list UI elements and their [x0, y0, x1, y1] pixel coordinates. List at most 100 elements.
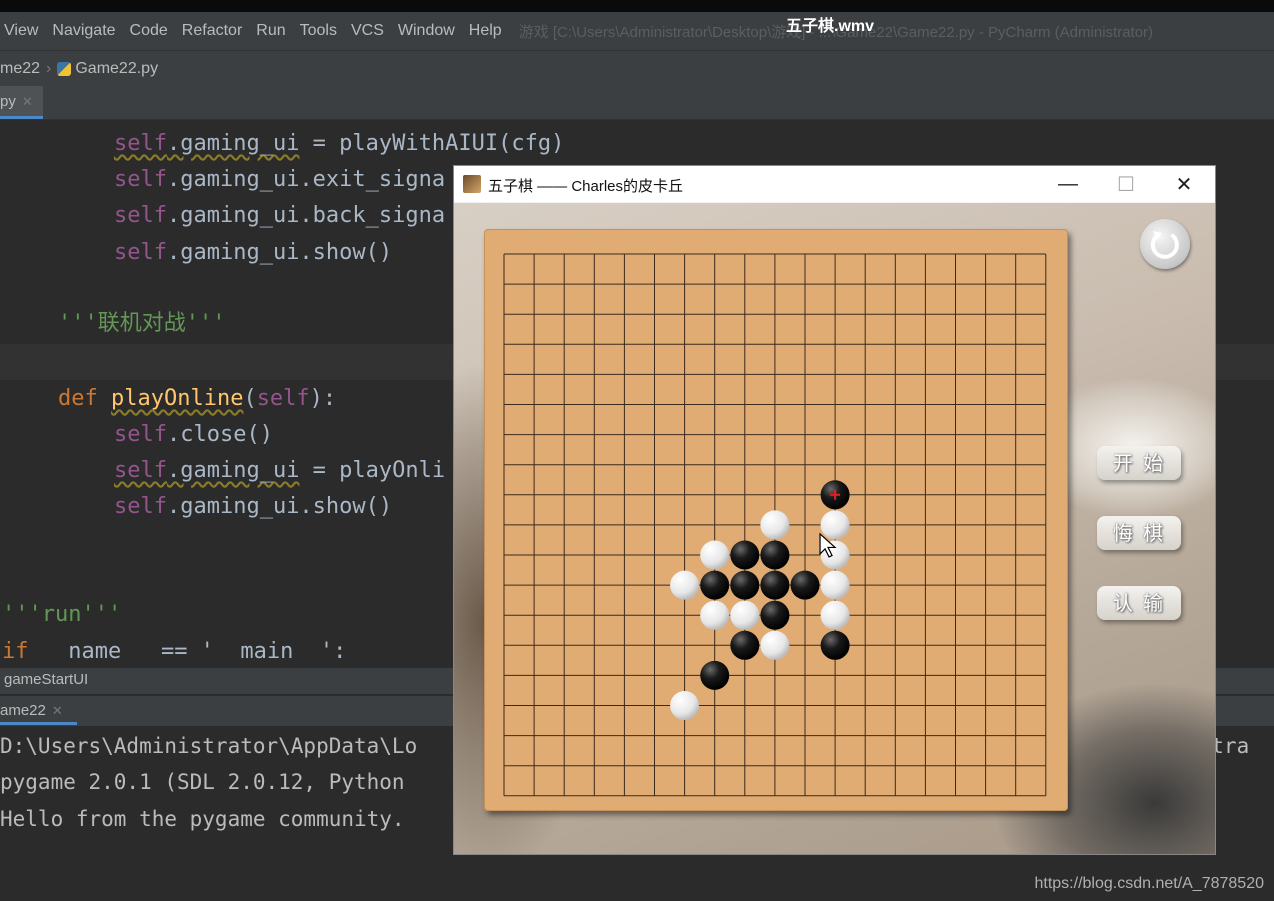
code-token: = playOnli	[299, 458, 446, 483]
docstring-line: '''run'''	[2, 602, 122, 627]
minimize-icon[interactable]: —	[1045, 170, 1091, 198]
code-token: self	[114, 203, 167, 228]
gobang-game-window: 五子棋 —— Charles的皮卡丘 — ☐ ✕ 开 始 悔 棋 认 输	[454, 166, 1215, 854]
menu-run[interactable]: Run	[249, 22, 292, 40]
code-token: self	[114, 494, 167, 519]
watermark: https://blog.csdn.net/A_7878520	[1034, 875, 1264, 892]
white-stone	[670, 691, 700, 720]
code-token: self	[114, 167, 167, 192]
code-line: self.close()	[114, 420, 273, 450]
code-token: self	[114, 458, 167, 483]
code-token: .gaming_ui.back_signa	[166, 203, 446, 228]
editor-tab-bar: py ✕	[0, 86, 1274, 120]
editor-tab[interactable]: py ✕	[0, 86, 43, 119]
current-function-label[interactable]: gameStartUI	[4, 671, 88, 688]
maximize-icon[interactable]: ☐	[1103, 170, 1149, 198]
breadcrumb-project[interactable]: me22	[0, 60, 40, 78]
white-stone	[820, 570, 850, 600]
game-window-title: 五子棋 —— Charles的皮卡丘	[488, 178, 684, 195]
white-stone	[700, 600, 730, 630]
code-token: self	[256, 386, 310, 411]
black-stone	[700, 570, 730, 600]
code-token: (	[243, 386, 257, 411]
code-token: .gaming_ui	[166, 131, 300, 156]
console-line: pygame 2.0.1 (SDL 2.0.12, Python	[0, 770, 405, 794]
menu-window[interactable]: Window	[391, 22, 462, 40]
black-stone	[700, 660, 730, 690]
close-icon[interactable]: ✕	[1161, 170, 1207, 198]
black-stone	[730, 540, 760, 570]
black-stone	[760, 570, 790, 600]
close-tab-icon[interactable]: ✕	[22, 94, 33, 109]
code-token: self	[114, 422, 167, 447]
code-line: self.gaming_ui = playWithAIUI(cfg)	[114, 129, 564, 159]
close-tab-icon[interactable]: ✕	[52, 703, 63, 718]
code-token: .gaming_ui.show()	[166, 240, 393, 265]
code-token: 联机对战	[97, 311, 186, 336]
breadcrumb-separator-icon: ›	[46, 59, 52, 77]
game-window-titlebar[interactable]: 五子棋 —— Charles的皮卡丘 — ☐ ✕	[454, 166, 1215, 202]
code-line: def playOnline(self):	[58, 384, 336, 414]
code-token: name == ' main ':	[28, 639, 347, 664]
app-icon	[463, 175, 481, 193]
black-stone	[730, 570, 760, 600]
docstring-line: '''联机对战'''	[58, 309, 226, 339]
code-token: self	[114, 240, 167, 265]
editor-tab-label: py	[0, 93, 16, 110]
menu-vcs[interactable]: VCS	[344, 22, 391, 40]
board-grid[interactable]	[484, 229, 1068, 811]
code-token: '''	[58, 311, 98, 336]
code-token: playOnline	[110, 386, 244, 411]
code-line: self.gaming_ui.back_signa	[114, 201, 445, 231]
restart-button[interactable]	[1140, 219, 1190, 269]
black-stone	[790, 570, 820, 600]
menu-navigate[interactable]: Navigate	[45, 22, 122, 40]
code-line: self.gaming_ui.show()	[114, 492, 392, 522]
video-overlay-title: 五子棋.wmv	[786, 18, 875, 35]
black-stone	[760, 540, 790, 570]
code-line: if name == ' main ':	[2, 637, 346, 667]
menu-view[interactable]: View	[2, 22, 45, 40]
resign-button[interactable]: 认 输	[1097, 586, 1181, 620]
code-line: self.gaming_ui.exit_signa	[114, 165, 445, 195]
white-stone	[820, 600, 850, 630]
console-line: D:\Users\Administrator\AppData\Lo	[0, 734, 418, 758]
restart-icon	[1150, 231, 1179, 259]
video-top-bar	[0, 0, 1274, 12]
black-stone	[820, 630, 850, 660]
white-stone	[760, 510, 790, 540]
breadcrumb-file[interactable]: Game22.py	[75, 60, 158, 78]
code-token: if	[2, 639, 29, 664]
undo-button[interactable]: 悔 棋	[1097, 516, 1181, 550]
python-file-icon	[57, 61, 72, 76]
breadcrumb: me22 › Game22.py	[0, 50, 1274, 86]
black-stone	[730, 630, 760, 660]
code-token: = playWithAIUI(cfg)	[299, 131, 565, 156]
ide-menu-bar: View Navigate Code Refactor Run Tools VC…	[0, 12, 1274, 50]
code-token: .gaming_ui.exit_signa	[166, 167, 446, 192]
code-token: self	[114, 131, 167, 156]
white-stone	[760, 630, 790, 660]
menu-tools[interactable]: Tools	[293, 22, 344, 40]
code-token: .close()	[166, 422, 273, 447]
menu-code[interactable]: Code	[123, 22, 175, 40]
menu-refactor[interactable]: Refactor	[175, 22, 249, 40]
code-line: self.gaming_ui = playOnli	[114, 456, 445, 486]
game-board[interactable]	[484, 229, 1068, 811]
black-stone	[760, 600, 790, 630]
start-button[interactable]: 开 始	[1097, 446, 1181, 480]
white-stone	[700, 540, 730, 570]
code-token: ):	[309, 386, 337, 411]
white-stone	[820, 510, 850, 540]
console-line: Hello from the pygame community.	[0, 807, 405, 831]
run-tab[interactable]: ame22 ✕	[0, 696, 77, 725]
main-menu: View Navigate Code Refactor Run Tools VC…	[2, 22, 509, 40]
white-stone	[670, 570, 700, 600]
code-token: .gaming_ui	[166, 458, 300, 483]
menu-help[interactable]: Help	[462, 22, 509, 40]
game-scene: 开 始 悔 棋 认 输	[454, 203, 1215, 854]
white-stone	[730, 600, 760, 630]
code-token: def	[58, 386, 111, 411]
run-tab-label: ame22	[0, 702, 46, 719]
code-token: '''	[185, 311, 226, 336]
